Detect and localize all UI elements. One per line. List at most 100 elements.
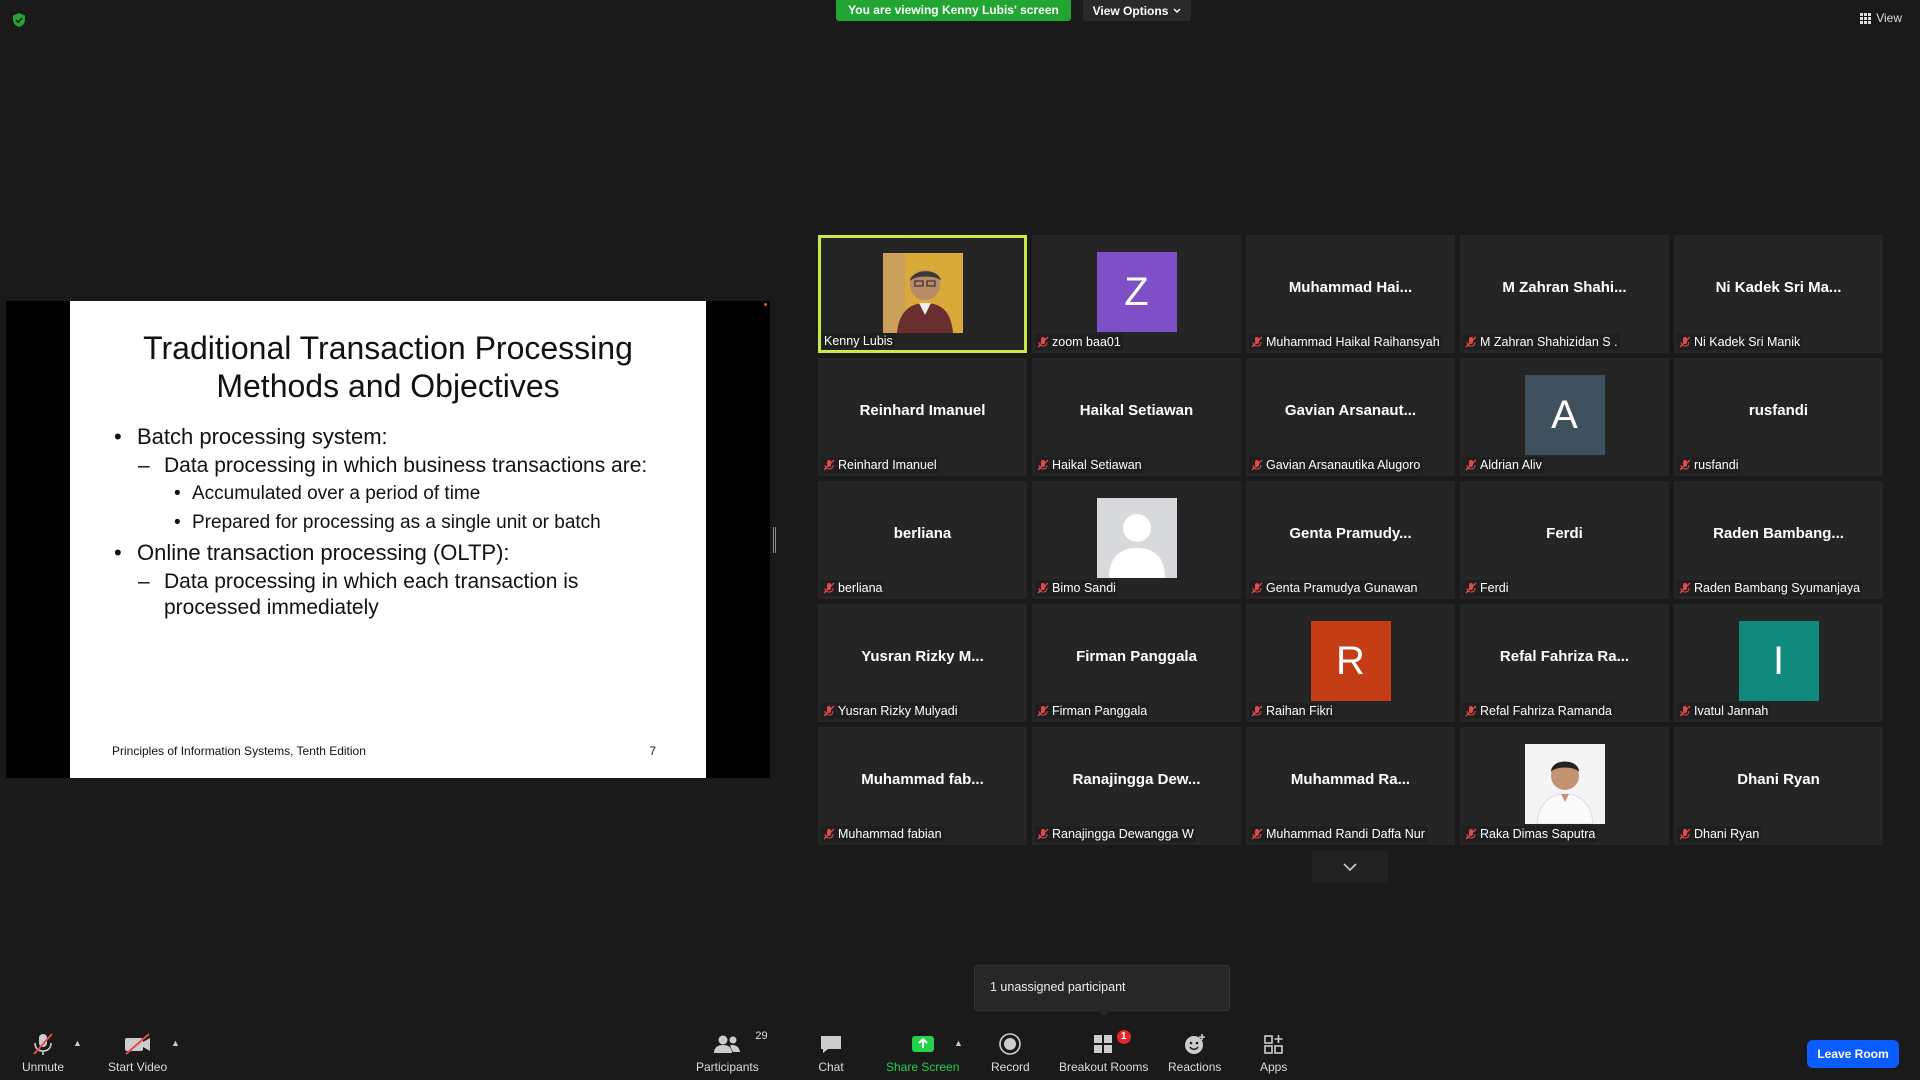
video-off-icon [124,1033,150,1055]
participant-tile[interactable]: Refal Fahriza Ra... Refal Fahriza Ramanda [1460,604,1669,722]
participant-tile[interactable]: Yusran Rizky M... Yusran Rizky Mulyadi [818,604,1027,722]
participant-name: Genta Pramudya Gunawan [1266,581,1418,595]
participant-tile[interactable]: Gavian Arsanaut... Gavian Arsanautika Alu… [1246,358,1455,476]
start-video-button[interactable]: Start Video [108,1032,167,1074]
participant-name: Yusran Rizky Mulyadi [838,704,958,718]
participant-tile[interactable]: Kenny Lubis [818,235,1027,353]
mic-muted-icon [823,459,835,471]
participant-name-label: berliana [821,580,885,596]
participant-tile[interactable]: Haikal Setiawan Haikal Setiawan [1032,358,1241,476]
mic-muted-icon [823,705,835,717]
slide-sub-bullet: Data processing in which business transa… [112,453,686,479]
participant-tile[interactable]: Bimo Sandi [1032,481,1241,599]
participant-tile[interactable]: Dhani Ryan Dhani Ryan [1674,727,1883,845]
participant-display-name: Gavian Arsanaut... [1284,402,1417,419]
viewing-screen-banner: You are viewing Kenny Lubis' screen [836,0,1071,21]
shared-screen[interactable]: Traditional Transaction Processing Metho… [6,301,770,778]
participant-name: M Zahran Shahizidan S . [1480,335,1618,349]
participant-tile[interactable]: Firman Panggala Firman Panggala [1032,604,1241,722]
participants-count: 29 [755,1030,768,1042]
participant-name-label: Yusran Rizky Mulyadi [821,703,960,719]
participant-tile[interactable]: R Raihan Fikri [1246,604,1455,722]
meeting-toolbar: Unmute ▲ Start Video ▲ 29 Participants C… [0,1024,1920,1080]
participant-name-label: Raden Bambang Syumanjaya [1677,580,1863,596]
letter-avatar: A [1524,375,1605,455]
participant-tile[interactable]: A Aldrian Aliv [1460,358,1669,476]
video-options-caret[interactable]: ▲ [171,1038,180,1048]
participant-tile[interactable]: M Zahran Shahi... M Zahran Shahizidan S . [1460,235,1669,353]
participant-tile[interactable]: I Ivatul Jannah [1674,604,1883,722]
chat-button[interactable]: Chat [818,1032,844,1074]
slide-title-line1: Traditional Transaction Processing [143,330,633,366]
microphone-muted-icon [33,1033,53,1055]
view-button[interactable]: View [1860,11,1902,25]
participant-display-name: rusfandi [1748,402,1809,419]
breakout-icon-wrap: 1 [1091,1030,1131,1056]
mic-muted-icon [1251,459,1263,471]
mic-muted-icon [823,828,835,840]
slide-bullet: Online transaction processing (OLTP): [112,537,686,569]
chat-label: Chat [818,1060,844,1074]
participant-tile[interactable]: Zzoom baa01 [1032,235,1241,353]
breakout-rooms-badge: 1 [1116,1030,1131,1044]
view-options-button[interactable]: View Options [1083,0,1191,21]
participant-name: Haikal Setiawan [1052,458,1142,472]
participant-display-name: Firman Panggala [1076,648,1197,665]
mic-muted-icon [1037,582,1049,594]
resize-splitter[interactable] [773,527,776,553]
mic-muted-icon [1037,336,1049,348]
apps-button[interactable]: Apps [1260,1032,1287,1074]
leave-room-button[interactable]: Leave Room [1807,1040,1899,1068]
participant-name: Ni Kadek Sri Manik [1694,335,1801,349]
participant-display-name: Muhammad Hai... [1288,279,1413,296]
participant-display-name: Reinhard Imanuel [859,402,986,419]
slide-sub-bullet-line2: processed immediately [164,596,379,619]
participants-button[interactable]: 29 Participants [696,1030,768,1074]
letter-avatar: I [1738,621,1819,701]
security-shield-icon[interactable] [11,12,27,28]
participant-name: Muhammad Randi Daffa Nur [1266,827,1425,841]
reactions-button[interactable]: Reactions [1168,1032,1221,1074]
participant-tile[interactable]: Genta Pramudy... Genta Pramudya Gunawan [1246,481,1455,599]
participant-name: rusfandi [1694,458,1739,472]
next-page-button[interactable] [1312,851,1388,883]
participant-name: Muhammad Haikal Raihansyah [1266,335,1440,349]
participant-tile[interactable]: Reinhard Imanuel Reinhard Imanuel [818,358,1027,476]
mic-muted-icon [1465,705,1477,717]
participant-display-name: Muhammad fab... [861,771,984,788]
participant-name-label: Kenny Lubis [822,333,895,349]
participants-label: Participants [696,1060,759,1074]
participant-tile[interactable]: rusfandi rusfandi [1674,358,1883,476]
participant-tile[interactable]: Ranajingga Dew... Ranajingga Dewangga W [1032,727,1241,845]
participant-tile[interactable]: Raden Bambang... Raden Bambang Syumanjaya [1674,481,1883,599]
participant-tile[interactable]: berliana berliana [818,481,1027,599]
participant-name-label: Firman Panggala [1035,703,1150,719]
mic-muted-icon [1679,705,1691,717]
participant-name-label: M Zahran Shahizidan S . [1463,334,1620,350]
participant-tile[interactable]: Muhammad fab... Muhammad fabian [818,727,1027,845]
reactions-icon [1184,1034,1205,1054]
participant-name: Firman Panggala [1052,704,1148,718]
participant-name: berliana [838,581,883,595]
mic-muted-icon [1251,582,1263,594]
participant-tile[interactable]: Ni Kadek Sri Ma... Ni Kadek Sri Manik [1674,235,1883,353]
participant-name: Kenny Lubis [824,334,893,348]
apps-icon [1263,1035,1283,1054]
mic-muted-icon [1465,459,1477,471]
slide-sub-sub-bullet: Accumulated over a period of time [112,479,686,508]
share-screen-button[interactable]: Share Screen [886,1032,959,1074]
breakout-rooms-button[interactable]: 1 Breakout Rooms [1059,1030,1148,1074]
unmute-button[interactable]: Unmute [22,1032,64,1074]
share-options-caret[interactable]: ▲ [954,1038,963,1048]
mic-muted-icon [1465,582,1477,594]
mic-muted-icon [1465,828,1477,840]
participant-tile[interactable]: Muhammad Hai... Muhammad Haikal Raihansya… [1246,235,1455,353]
participant-name: Ferdi [1480,581,1509,595]
audio-options-caret[interactable]: ▲ [73,1038,82,1048]
record-button[interactable]: Record [991,1032,1030,1074]
participant-name-label: Bimo Sandi [1035,580,1118,596]
participant-tile[interactable]: Muhammad Ra... Muhammad Randi Daffa Nur [1246,727,1455,845]
participant-tile[interactable]: Raka Dimas Saputra [1460,727,1669,845]
participant-tile[interactable]: Ferdi Ferdi [1460,481,1669,599]
participant-name-label: Ferdi [1463,580,1511,596]
